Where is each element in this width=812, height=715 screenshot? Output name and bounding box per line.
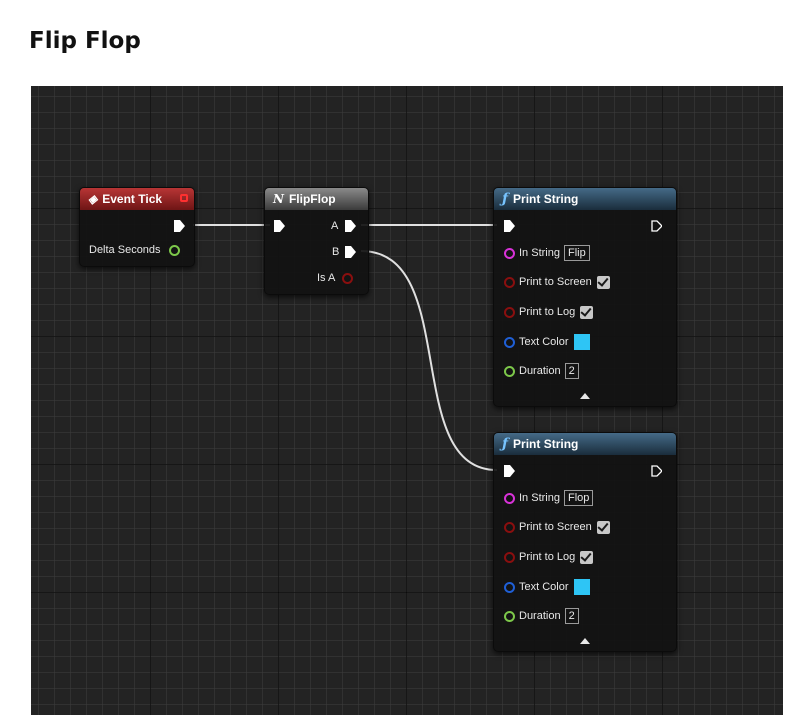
print-to-screen-checkbox[interactable]: [596, 520, 610, 534]
exec-out-pin-icon[interactable]: [651, 465, 662, 477]
in-string-label: In String: [519, 492, 560, 504]
float-pin-icon[interactable]: [168, 244, 180, 256]
in-string-row: In String Flip: [504, 245, 590, 262]
print-to-screen-checkbox[interactable]: [596, 275, 610, 289]
text-color-swatch[interactable]: [573, 334, 590, 351]
bool-pin-icon[interactable]: [504, 306, 515, 318]
flipflop-node[interactable]: N FlipFlop A B Is A: [264, 187, 369, 295]
event-diamond-icon: ◈: [88, 192, 98, 206]
print-to-screen-row: Print to Screen: [504, 274, 610, 290]
exec-in-pin-icon[interactable]: [274, 220, 285, 232]
wire-b-to-print2: [360, 250, 498, 471]
in-string-input[interactable]: Flip: [563, 245, 590, 262]
is-a-label: Is A: [317, 272, 335, 284]
blueprint-graph-canvas[interactable]: ◈ Event Tick Delta Seconds N FlipFlop A B: [31, 86, 783, 715]
print-to-log-row: Print to Log: [504, 304, 594, 320]
event-tick-title: Event Tick: [102, 192, 163, 206]
string-pin-icon[interactable]: [504, 492, 515, 504]
bool-pin-icon[interactable]: [504, 521, 515, 533]
exec-in-pin-icon[interactable]: [504, 465, 515, 477]
duration-input[interactable]: 2: [564, 608, 579, 625]
in-string-row: In String Flop: [504, 490, 594, 507]
in-string-label: In String: [519, 247, 560, 259]
page-title: Flip Flop: [29, 28, 141, 54]
flipflop-header[interactable]: N FlipFlop: [265, 188, 368, 210]
output-b-row: B: [332, 244, 339, 260]
exec-out-pin-icon[interactable]: [651, 220, 662, 232]
advanced-expand-icon[interactable]: [580, 393, 590, 399]
duration-input[interactable]: 2: [564, 363, 579, 380]
advanced-expand-icon[interactable]: [580, 638, 590, 644]
flipflop-title: FlipFlop: [288, 192, 336, 206]
exec-b-pin-icon[interactable]: [345, 246, 356, 258]
text-color-row: Text Color: [504, 334, 590, 351]
output-b-label: B: [332, 246, 340, 258]
delta-seconds-row: Delta Seconds: [89, 242, 180, 258]
print-to-log-row: Print to Log: [504, 549, 594, 565]
print-string-2-title: Print String: [513, 437, 579, 451]
print-to-log-label: Print to Log: [519, 551, 576, 563]
print-to-log-label: Print to Log: [519, 306, 576, 318]
text-color-label: Text Color: [519, 581, 569, 593]
output-a-label: A: [331, 220, 339, 232]
exec-a-pin-icon[interactable]: [345, 220, 356, 232]
function-icon: ƒ: [502, 436, 509, 452]
text-color-label: Text Color: [519, 336, 569, 348]
print-to-log-checkbox[interactable]: [580, 305, 594, 319]
print-string-1-title: Print String: [513, 192, 579, 206]
print-string-node-1[interactable]: ƒ Print String In String Flip Print to Scr…: [493, 187, 677, 407]
print-to-screen-label: Print to Screen: [519, 521, 592, 533]
exec-out-pin-icon[interactable]: [174, 220, 185, 232]
color-pin-icon[interactable]: [504, 336, 515, 348]
function-icon: ƒ: [502, 191, 509, 207]
float-pin-icon[interactable]: [504, 365, 515, 377]
event-tick-header[interactable]: ◈ Event Tick: [80, 188, 194, 210]
duration-row: Duration 2: [504, 608, 579, 625]
print-string-node-2[interactable]: ƒ Print String In String Flop Print to Scr…: [493, 432, 677, 652]
exec-in-pin-icon[interactable]: [504, 220, 515, 232]
print-to-screen-row: Print to Screen: [504, 519, 610, 535]
color-pin-icon[interactable]: [504, 581, 515, 593]
float-pin-icon[interactable]: [504, 610, 515, 622]
macro-icon: N: [273, 192, 284, 206]
print-string-1-header[interactable]: ƒ Print String: [494, 188, 676, 210]
print-to-screen-label: Print to Screen: [519, 276, 592, 288]
string-pin-icon[interactable]: [504, 247, 515, 259]
delta-seconds-label: Delta Seconds: [89, 244, 161, 256]
is-a-row: Is A: [317, 270, 353, 286]
print-string-2-header[interactable]: ƒ Print String: [494, 433, 676, 455]
in-string-input[interactable]: Flop: [563, 490, 594, 507]
duration-label: Duration: [519, 610, 561, 622]
print-to-log-checkbox[interactable]: [580, 550, 594, 564]
duration-label: Duration: [519, 365, 561, 377]
event-tick-node[interactable]: ◈ Event Tick Delta Seconds: [79, 187, 195, 267]
duration-row: Duration 2: [504, 363, 579, 380]
output-a-row: A: [331, 218, 338, 234]
text-color-row: Text Color: [504, 579, 590, 596]
bool-pin-icon[interactable]: [504, 551, 515, 563]
delegate-pin-icon[interactable]: [180, 194, 188, 202]
text-color-swatch[interactable]: [573, 579, 590, 596]
bool-pin-icon[interactable]: [341, 272, 353, 284]
bool-pin-icon[interactable]: [504, 276, 515, 288]
